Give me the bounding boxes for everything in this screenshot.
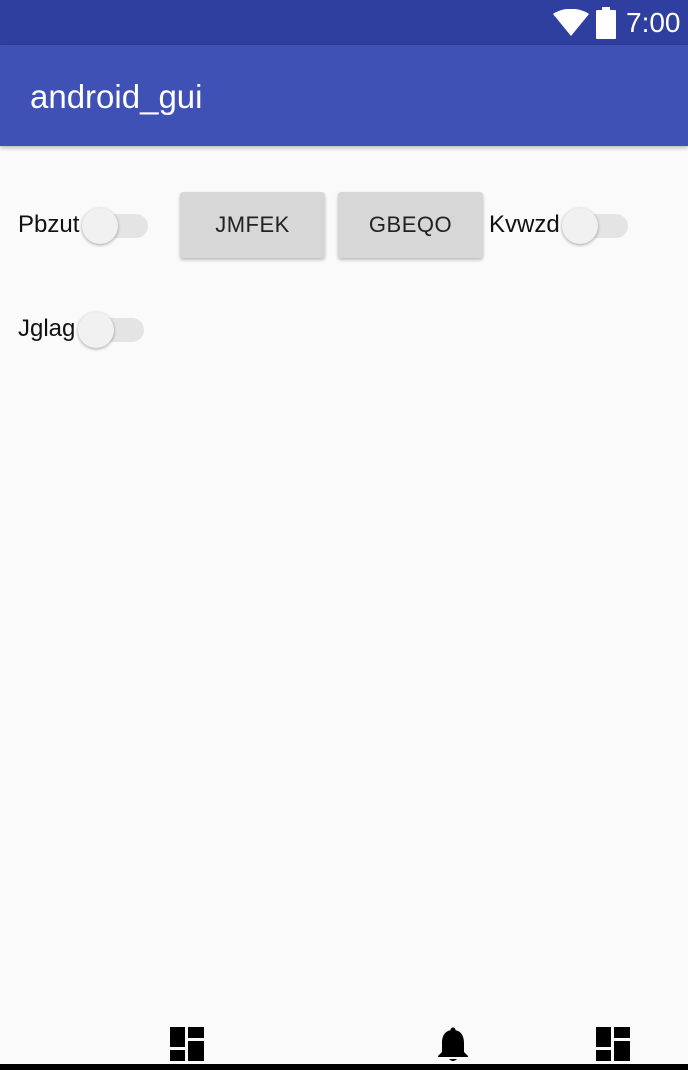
app-bar: android_gui: [0, 45, 688, 146]
switch-thumb: [562, 208, 598, 244]
jmfek-button[interactable]: JMFEK: [180, 192, 325, 258]
switch-thumb: [82, 208, 118, 244]
status-bar: 7:00: [0, 0, 688, 45]
switch-thumb: [78, 312, 114, 348]
switch-jglag[interactable]: [78, 306, 144, 348]
bottom-edge: [0, 1064, 688, 1070]
battery-icon: [596, 7, 616, 39]
switch-label-pbzut: Pbzut: [18, 211, 80, 238]
switch-label-jglag: Jglag: [18, 315, 76, 342]
dashboard-icon[interactable]: [170, 1027, 204, 1061]
switch-kvwzd[interactable]: [562, 202, 628, 244]
wifi-icon: [553, 9, 589, 36]
notification-bell-icon[interactable]: [436, 1027, 470, 1063]
switch-pbzut[interactable]: [82, 202, 148, 244]
app-title: android_gui: [30, 78, 203, 115]
dashboard-icon[interactable]: [596, 1027, 630, 1061]
status-time: 7:00: [626, 7, 681, 38]
switch-label-kvwzd: Kvwzd: [489, 211, 560, 238]
gbeqo-button[interactable]: GBEQO: [338, 192, 483, 258]
